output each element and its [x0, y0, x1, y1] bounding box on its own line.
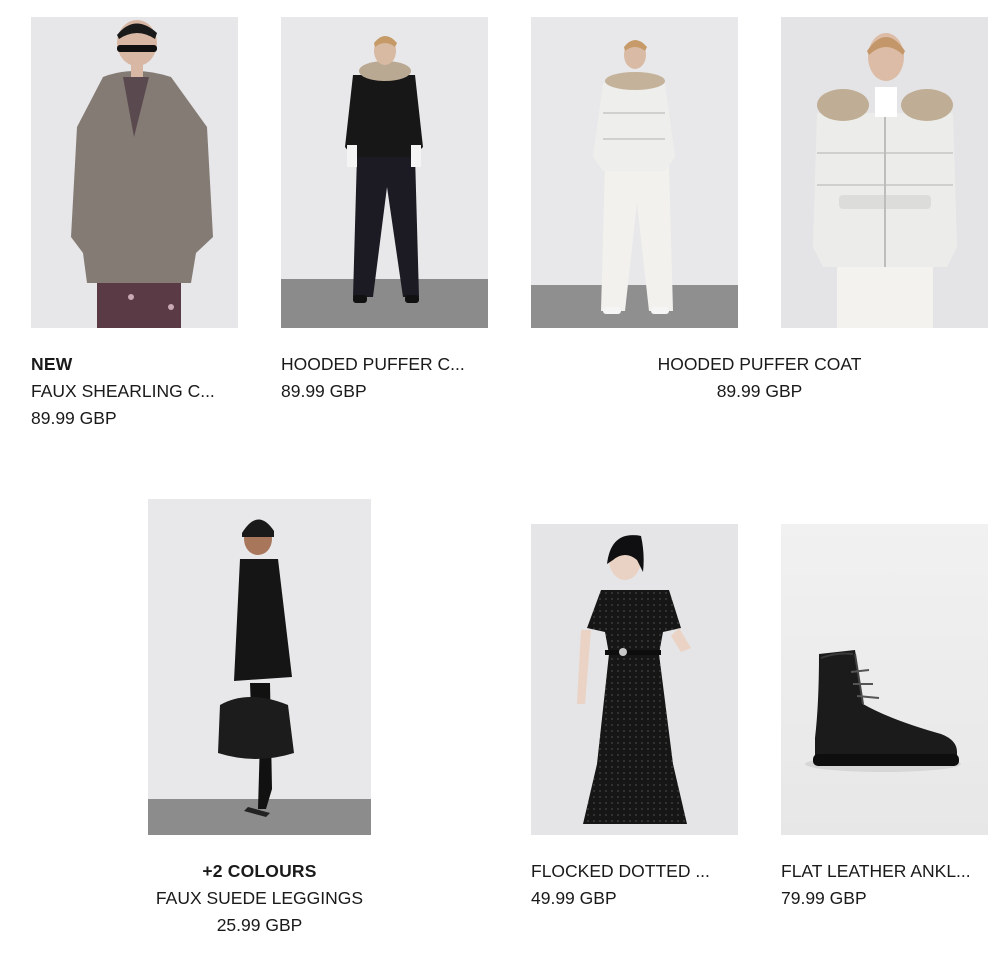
product-name[interactable]: FLOCKED DOTTED ...: [531, 858, 738, 885]
product-name[interactable]: HOODED PUFFER C...: [281, 351, 488, 378]
black-outfit-leggings-photo: [148, 499, 371, 835]
product-info: NEW FAUX SHEARLING C... 89.99 GBP: [31, 351, 238, 432]
product-info: +2 COLOURS FAUX SUEDE LEGGINGS 25.99 GBP: [148, 858, 371, 939]
product-image[interactable]: [31, 17, 238, 328]
product-info: FLOCKED DOTTED ... 49.99 GBP: [531, 858, 738, 912]
product-price: 89.99 GBP: [716, 381, 803, 401]
white-puffer-closeup-photo: [781, 17, 988, 328]
product-info: HOODED PUFFER COAT 89.99 GBP: [531, 351, 988, 405]
product-image[interactable]: [781, 524, 988, 835]
product-price: 25.99 GBP: [216, 915, 303, 935]
product-price: 89.99 GBP: [31, 408, 117, 428]
product-name[interactable]: FAUX SHEARLING C...: [31, 378, 238, 405]
leather-ankle-boot-photo: [781, 524, 988, 835]
product-card-flocked-dotted-dress[interactable]: FLOCKED DOTTED ... 49.99 GBP: [531, 524, 738, 919]
product-badge: NEW: [31, 354, 73, 374]
product-price: 89.99 GBP: [281, 381, 367, 401]
product-card-hooded-puffer-black[interactable]: HOODED PUFFER C... 89.99 GBP: [281, 17, 488, 407]
product-card-faux-suede-leggings[interactable]: +2 COLOURS FAUX SUEDE LEGGINGS 25.99 GBP: [148, 499, 371, 944]
product-badge: +2 COLOURS: [202, 861, 317, 881]
flocked-dotted-dress-photo: [531, 524, 738, 835]
product-name[interactable]: HOODED PUFFER COAT: [531, 351, 988, 378]
product-price: 49.99 GBP: [531, 888, 617, 908]
product-card-faux-shearling[interactable]: NEW FAUX SHEARLING C... 89.99 GBP: [31, 17, 238, 437]
faux-shearling-coat-photo: [31, 17, 238, 328]
product-image-alt[interactable]: [781, 17, 988, 328]
white-hooded-puffer-photo: [531, 17, 738, 328]
product-info: HOODED PUFFER C... 89.99 GBP: [281, 351, 488, 405]
product-card-flat-leather-ankle-boot[interactable]: FLAT LEATHER ANKL... 79.99 GBP: [781, 524, 988, 919]
product-image[interactable]: [148, 499, 371, 835]
product-name[interactable]: FLAT LEATHER ANKL...: [781, 858, 988, 885]
product-price: 79.99 GBP: [781, 888, 867, 908]
product-image[interactable]: [531, 524, 738, 835]
black-hooded-puffer-photo: [281, 17, 488, 328]
product-name[interactable]: FAUX SUEDE LEGGINGS: [148, 885, 371, 912]
product-image[interactable]: [531, 17, 738, 328]
product-image[interactable]: [281, 17, 488, 328]
product-info: FLAT LEATHER ANKL... 79.99 GBP: [781, 858, 988, 912]
product-card-hooded-puffer-white[interactable]: HOODED PUFFER COAT 89.99 GBP: [531, 17, 988, 407]
